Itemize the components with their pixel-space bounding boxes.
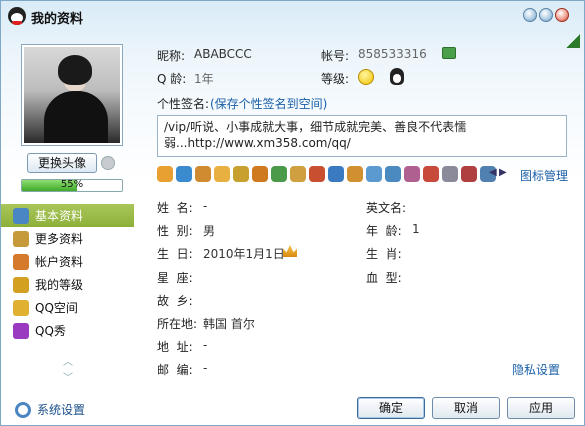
qq-show-icon [13, 322, 29, 339]
sidebar-item-basic-info[interactable]: 基本资料 [1, 204, 134, 227]
scroll-up-icon[interactable]: ︿ [63, 353, 73, 368]
postcode-label: 邮 编: [157, 363, 193, 377]
nickname-value: ABABCCC [194, 47, 252, 61]
crown-icon [13, 276, 29, 293]
disk-icon[interactable] [442, 166, 458, 182]
game-icon[interactable] [271, 166, 287, 182]
profile-completion-text: 55% [60, 179, 84, 190]
shield-icon[interactable] [157, 166, 173, 182]
qq-member-icon[interactable] [390, 68, 404, 85]
name-value: - [203, 199, 208, 213]
photo-icon[interactable] [366, 166, 382, 182]
pet-icon[interactable] [195, 166, 211, 182]
avatar-image [24, 47, 120, 143]
minimize-button[interactable] [539, 8, 553, 22]
user-icon [13, 253, 29, 270]
qq-penguin-icon [8, 7, 26, 25]
name-label: 姓 名: [157, 201, 193, 215]
sidebar-item-more-info[interactable]: 更多资料 [1, 227, 134, 250]
copy-account-icon[interactable] [442, 47, 456, 59]
title-bar[interactable]: 我的资料 [1, 1, 584, 31]
window-title: 我的资料 [31, 12, 84, 27]
birthday-label: 生 日: [157, 247, 193, 261]
service-icon-row [157, 166, 496, 182]
blood-type-label: 血 型: [366, 271, 402, 285]
camera-icon[interactable] [101, 156, 115, 170]
sidebar-item-label: QQ秀 [35, 324, 66, 338]
music-note-icon[interactable] [461, 166, 477, 182]
english-name-label: 英文名: [366, 201, 407, 215]
hometown-label: 故 乡: [157, 294, 193, 308]
birthday-value: 2010年1月1日 [203, 247, 285, 261]
corner-flag-icon [566, 34, 580, 48]
constellation-label: 星 座: [157, 271, 193, 285]
gender-label: 性 别: [157, 224, 193, 238]
location-value: 韩国 首尔 [203, 317, 255, 331]
gift-icon[interactable] [252, 166, 268, 182]
sidebar-item-label: 基本资料 [35, 209, 84, 223]
mobile-icon[interactable] [328, 166, 344, 182]
skin-icon[interactable] [523, 8, 537, 22]
sidebar-nav: 基本资料 更多资料 帐户资料 我的等级 QQ空间 QQ秀 [1, 204, 134, 342]
icons-prev-icon[interactable]: ◀ [489, 167, 497, 178]
card-stack-icon [13, 230, 29, 247]
nickname-label: 昵称: [157, 49, 186, 63]
ok-button[interactable]: 确定 [357, 397, 425, 419]
cancel-button[interactable]: 取消 [432, 397, 500, 419]
address-label: 地 址: [157, 340, 193, 354]
music-icon[interactable] [233, 166, 249, 182]
profile-completion-bar: 55% [21, 179, 123, 192]
id-card-icon[interactable] [385, 166, 401, 182]
qage-label: Q 龄: [157, 72, 187, 86]
level-label: 等级: [321, 72, 350, 86]
qq-search-icon[interactable] [176, 166, 192, 182]
account-label: 帐号: [321, 49, 350, 63]
gear-icon [15, 401, 31, 418]
age-label: 年 龄: [366, 224, 402, 238]
save-signature-link[interactable]: (保存个性签名到空间) [210, 95, 327, 112]
sidebar-item-qq-show[interactable]: QQ秀 [1, 319, 134, 342]
close-button[interactable] [555, 8, 569, 22]
tag-icon[interactable] [423, 166, 439, 182]
avatar[interactable] [21, 44, 123, 146]
icons-next-icon[interactable]: ▶ [499, 167, 507, 178]
id-card-icon [13, 207, 29, 224]
zodiac-label: 生 肖: [366, 247, 402, 261]
mail-icon[interactable] [309, 166, 325, 182]
sidebar-item-label: QQ空间 [35, 301, 78, 315]
sidebar-item-label: 帐户资料 [35, 255, 84, 269]
postcode-value: - [203, 361, 208, 375]
scroll-down-icon[interactable]: ﹀ [63, 369, 73, 384]
show-icon[interactable] [404, 166, 420, 182]
privacy-settings-link[interactable]: 隐私设置 [512, 361, 560, 378]
house-icon[interactable] [290, 166, 306, 182]
age-value: 1 [412, 222, 420, 236]
location-label: 所在地: [157, 317, 198, 331]
icon-manage-link[interactable]: 图标管理 [520, 167, 568, 184]
system-settings-link[interactable]: 系统设置 [15, 401, 85, 418]
apply-button[interactable]: 应用 [507, 397, 575, 419]
crown-icon [283, 245, 297, 257]
wallet-icon[interactable] [347, 166, 363, 182]
sidebar-item-my-level[interactable]: 我的等级 [1, 273, 134, 296]
sidebar-item-label: 更多资料 [35, 232, 84, 246]
qage-value: 1年 [194, 72, 214, 86]
account-value: 858533316 [358, 47, 427, 61]
profile-window: 我的资料 更换头像 55% 基本资料 更多资料 帐户资料 我的等级 QQ空间 Q… [0, 0, 585, 426]
change-avatar-button[interactable]: 更换头像 [27, 153, 97, 173]
sidebar-item-account-info[interactable]: 帐户资料 [1, 250, 134, 273]
gender-value: 男 [203, 224, 216, 238]
signature-field[interactable]: /vip/听说、小事成就大事，细节成就完美、善良不代表懦弱...http://w… [157, 115, 567, 157]
star-icon [13, 299, 29, 316]
system-settings-label: 系统设置 [37, 403, 86, 417]
level-sun-icon[interactable] [358, 69, 374, 85]
cat-icon[interactable] [214, 166, 230, 182]
sidebar-item-qzone[interactable]: QQ空间 [1, 296, 134, 319]
signature-label: 个性签名: [157, 97, 210, 111]
address-value: - [203, 338, 208, 352]
sidebar-item-label: 我的等级 [35, 278, 84, 292]
